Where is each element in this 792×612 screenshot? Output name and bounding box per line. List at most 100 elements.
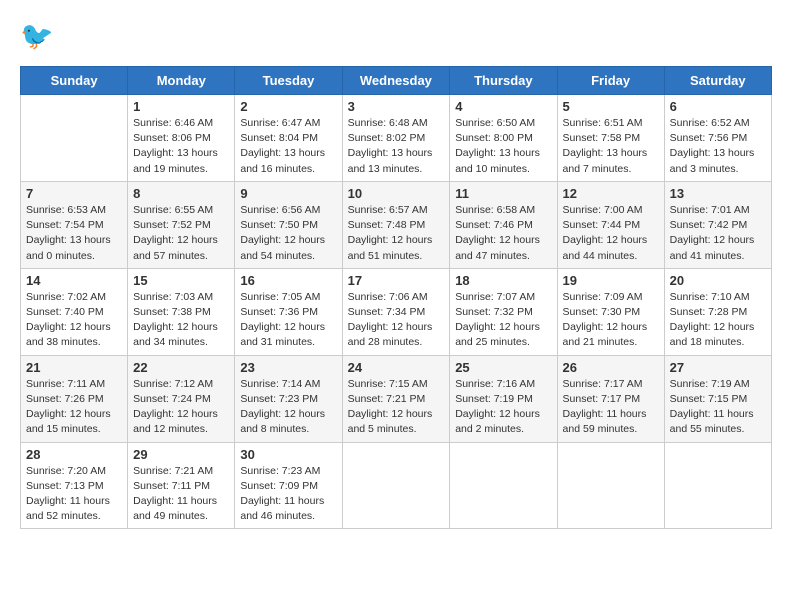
day-number: 23 [240, 360, 336, 375]
calendar-cell: 19 Sunrise: 7:09 AM Sunset: 7:30 PM Dayl… [557, 268, 664, 355]
day-number: 17 [348, 273, 445, 288]
day-number: 29 [133, 447, 229, 462]
day-info: Sunrise: 7:00 AM Sunset: 7:44 PM Dayligh… [563, 203, 659, 264]
sunrise-time: Sunrise: 6:50 AM [455, 117, 535, 129]
calendar-cell: 12 Sunrise: 7:00 AM Sunset: 7:44 PM Dayl… [557, 181, 664, 268]
sunset-time: Sunset: 7:46 PM [455, 219, 533, 231]
day-info: Sunrise: 6:55 AM Sunset: 7:52 PM Dayligh… [133, 203, 229, 264]
sunrise-time: Sunrise: 6:53 AM [26, 204, 106, 216]
daylight-hours: Daylight: 13 hours and 19 minutes. [133, 147, 218, 174]
daylight-hours: Daylight: 12 hours and 25 minutes. [455, 321, 540, 348]
logo-icon: 🐦 [20, 20, 56, 56]
sunset-time: Sunset: 7:36 PM [240, 306, 318, 318]
day-info: Sunrise: 6:51 AM Sunset: 7:58 PM Dayligh… [563, 116, 659, 177]
calendar-cell: 2 Sunrise: 6:47 AM Sunset: 8:04 PM Dayli… [235, 95, 342, 182]
day-info: Sunrise: 6:48 AM Sunset: 8:02 PM Dayligh… [348, 116, 445, 177]
daylight-hours: Daylight: 13 hours and 13 minutes. [348, 147, 433, 174]
day-number: 21 [26, 360, 122, 375]
calendar-cell: 28 Sunrise: 7:20 AM Sunset: 7:13 PM Dayl… [21, 442, 128, 529]
sunrise-time: Sunrise: 6:47 AM [240, 117, 320, 129]
sunset-time: Sunset: 8:02 PM [348, 132, 426, 144]
sunset-time: Sunset: 7:15 PM [670, 393, 748, 405]
sunset-time: Sunset: 8:06 PM [133, 132, 211, 144]
day-number: 1 [133, 99, 229, 114]
day-number: 13 [670, 186, 766, 201]
sunrise-time: Sunrise: 7:16 AM [455, 378, 535, 390]
daylight-hours: Daylight: 12 hours and 34 minutes. [133, 321, 218, 348]
calendar-cell: 4 Sunrise: 6:50 AM Sunset: 8:00 PM Dayli… [450, 95, 557, 182]
sunrise-time: Sunrise: 7:10 AM [670, 291, 750, 303]
day-number: 19 [563, 273, 659, 288]
day-info: Sunrise: 7:12 AM Sunset: 7:24 PM Dayligh… [133, 377, 229, 438]
sunrise-time: Sunrise: 6:48 AM [348, 117, 428, 129]
day-info: Sunrise: 7:17 AM Sunset: 7:17 PM Dayligh… [563, 377, 659, 438]
day-info: Sunrise: 6:53 AM Sunset: 7:54 PM Dayligh… [26, 203, 122, 264]
sunset-time: Sunset: 7:40 PM [26, 306, 104, 318]
sunrise-time: Sunrise: 7:23 AM [240, 465, 320, 477]
calendar-cell: 16 Sunrise: 7:05 AM Sunset: 7:36 PM Dayl… [235, 268, 342, 355]
day-info: Sunrise: 7:01 AM Sunset: 7:42 PM Dayligh… [670, 203, 766, 264]
sunset-time: Sunset: 7:26 PM [26, 393, 104, 405]
calendar-header-thursday: Thursday [450, 67, 557, 95]
calendar-header-monday: Monday [128, 67, 235, 95]
sunrise-time: Sunrise: 6:46 AM [133, 117, 213, 129]
day-number: 15 [133, 273, 229, 288]
daylight-hours: Daylight: 12 hours and 31 minutes. [240, 321, 325, 348]
day-number: 7 [26, 186, 122, 201]
daylight-hours: Daylight: 12 hours and 47 minutes. [455, 234, 540, 261]
calendar-cell: 24 Sunrise: 7:15 AM Sunset: 7:21 PM Dayl… [342, 355, 450, 442]
sunrise-time: Sunrise: 7:00 AM [563, 204, 643, 216]
sunrise-time: Sunrise: 7:17 AM [563, 378, 643, 390]
sunset-time: Sunset: 7:32 PM [455, 306, 533, 318]
daylight-hours: Daylight: 12 hours and 15 minutes. [26, 408, 111, 435]
sunrise-time: Sunrise: 7:14 AM [240, 378, 320, 390]
day-number: 11 [455, 186, 551, 201]
calendar-cell [342, 442, 450, 529]
day-number: 24 [348, 360, 445, 375]
sunrise-time: Sunrise: 7:20 AM [26, 465, 106, 477]
day-info: Sunrise: 7:03 AM Sunset: 7:38 PM Dayligh… [133, 290, 229, 351]
calendar-cell: 1 Sunrise: 6:46 AM Sunset: 8:06 PM Dayli… [128, 95, 235, 182]
day-info: Sunrise: 6:52 AM Sunset: 7:56 PM Dayligh… [670, 116, 766, 177]
day-info: Sunrise: 6:58 AM Sunset: 7:46 PM Dayligh… [455, 203, 551, 264]
calendar-cell: 7 Sunrise: 6:53 AM Sunset: 7:54 PM Dayli… [21, 181, 128, 268]
day-number: 10 [348, 186, 445, 201]
daylight-hours: Daylight: 11 hours and 52 minutes. [26, 495, 110, 522]
sunset-time: Sunset: 7:11 PM [133, 480, 210, 492]
calendar-cell: 11 Sunrise: 6:58 AM Sunset: 7:46 PM Dayl… [450, 181, 557, 268]
calendar-cell: 8 Sunrise: 6:55 AM Sunset: 7:52 PM Dayli… [128, 181, 235, 268]
sunset-time: Sunset: 7:54 PM [26, 219, 104, 231]
daylight-hours: Daylight: 12 hours and 5 minutes. [348, 408, 433, 435]
day-info: Sunrise: 7:20 AM Sunset: 7:13 PM Dayligh… [26, 464, 122, 525]
day-info: Sunrise: 7:23 AM Sunset: 7:09 PM Dayligh… [240, 464, 336, 525]
day-info: Sunrise: 7:11 AM Sunset: 7:26 PM Dayligh… [26, 377, 122, 438]
calendar-cell: 13 Sunrise: 7:01 AM Sunset: 7:42 PM Dayl… [664, 181, 771, 268]
calendar-cell: 9 Sunrise: 6:56 AM Sunset: 7:50 PM Dayli… [235, 181, 342, 268]
calendar-cell: 27 Sunrise: 7:19 AM Sunset: 7:15 PM Dayl… [664, 355, 771, 442]
day-info: Sunrise: 7:07 AM Sunset: 7:32 PM Dayligh… [455, 290, 551, 351]
daylight-hours: Daylight: 11 hours and 49 minutes. [133, 495, 217, 522]
daylight-hours: Daylight: 13 hours and 7 minutes. [563, 147, 648, 174]
daylight-hours: Daylight: 11 hours and 46 minutes. [240, 495, 324, 522]
sunrise-time: Sunrise: 7:02 AM [26, 291, 106, 303]
sunset-time: Sunset: 7:48 PM [348, 219, 426, 231]
day-info: Sunrise: 7:02 AM Sunset: 7:40 PM Dayligh… [26, 290, 122, 351]
day-info: Sunrise: 7:15 AM Sunset: 7:21 PM Dayligh… [348, 377, 445, 438]
logo: 🐦 [20, 20, 60, 56]
calendar-cell: 5 Sunrise: 6:51 AM Sunset: 7:58 PM Dayli… [557, 95, 664, 182]
sunset-time: Sunset: 8:04 PM [240, 132, 318, 144]
sunset-time: Sunset: 7:56 PM [670, 132, 748, 144]
day-info: Sunrise: 7:06 AM Sunset: 7:34 PM Dayligh… [348, 290, 445, 351]
calendar-cell: 18 Sunrise: 7:07 AM Sunset: 7:32 PM Dayl… [450, 268, 557, 355]
day-info: Sunrise: 7:21 AM Sunset: 7:11 PM Dayligh… [133, 464, 229, 525]
day-info: Sunrise: 6:50 AM Sunset: 8:00 PM Dayligh… [455, 116, 551, 177]
sunset-time: Sunset: 7:13 PM [26, 480, 104, 492]
calendar-cell: 14 Sunrise: 7:02 AM Sunset: 7:40 PM Dayl… [21, 268, 128, 355]
daylight-hours: Daylight: 12 hours and 38 minutes. [26, 321, 111, 348]
sunrise-time: Sunrise: 7:01 AM [670, 204, 750, 216]
calendar-cell: 15 Sunrise: 7:03 AM Sunset: 7:38 PM Dayl… [128, 268, 235, 355]
day-info: Sunrise: 6:47 AM Sunset: 8:04 PM Dayligh… [240, 116, 336, 177]
calendar-cell: 22 Sunrise: 7:12 AM Sunset: 7:24 PM Dayl… [128, 355, 235, 442]
sunset-time: Sunset: 7:52 PM [133, 219, 211, 231]
calendar-cell [664, 442, 771, 529]
